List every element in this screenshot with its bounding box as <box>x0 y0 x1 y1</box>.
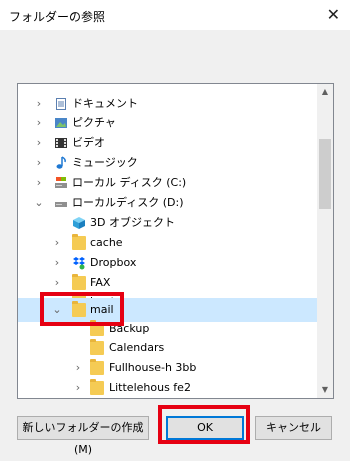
new-folder-button[interactable]: 新しいフォルダーの作成(M) <box>17 416 149 456</box>
scroll-up-icon[interactable]: ▲ <box>317 84 333 100</box>
chevron-right-icon[interactable]: › <box>34 116 44 130</box>
chevron-down-icon[interactable]: ⌄ <box>34 196 44 210</box>
chevron-right-icon[interactable]: › <box>52 276 62 290</box>
tree-item-label: Littelehous fe2 <box>109 381 191 394</box>
scroll-thumb[interactable] <box>319 139 331 209</box>
tree-item-label: cache <box>90 236 123 249</box>
tree-item-label: mail <box>90 303 114 316</box>
drive-icon <box>54 176 68 190</box>
tree-item-label: ドキュメント <box>72 97 138 110</box>
tree-item-label: ピクチャ <box>72 116 116 129</box>
cancel-button[interactable]: キャンセル <box>255 416 332 440</box>
tree-item-fullhouse[interactable]: › Fullhouse-h 3bb <box>18 357 317 379</box>
chevron-right-icon[interactable]: › <box>34 176 44 190</box>
chevron-right-icon[interactable]: › <box>52 256 62 270</box>
ok-button[interactable]: OK <box>166 416 244 440</box>
folder-icon <box>72 234 86 250</box>
tree-item-drive-c[interactable]: › ローカル ディスク (C:) <box>18 172 317 194</box>
folder-icon <box>90 379 104 395</box>
title-bar: フォルダーの参照 ✕ <box>0 0 350 30</box>
tree-item-3d-objects[interactable]: 3D オブジェクト <box>18 212 317 234</box>
tree-item-label: ローカルディスク (D:) <box>72 196 184 209</box>
tree-item-littelehous[interactable]: › Littelehous fe2 <box>18 377 317 398</box>
vertical-scrollbar[interactable]: ▲ ▼ <box>317 84 333 398</box>
folder-tree[interactable]: › ドキュメント › ピクチャ › ビデオ › ミュージック › ローカル ディ… <box>17 83 334 399</box>
chevron-right-icon[interactable]: › <box>34 156 44 170</box>
tree-item-label: FAX <box>90 276 111 289</box>
chevron-right-icon[interactable]: › <box>34 136 44 150</box>
tree-item-label: Dropbox <box>90 256 137 269</box>
tree-item-label: Backup <box>109 322 150 335</box>
3d-objects-icon <box>72 216 86 230</box>
chevron-down-icon[interactable]: ⌄ <box>52 303 62 317</box>
music-icon <box>54 156 68 170</box>
folder-icon <box>90 339 104 355</box>
tree-item-videos[interactable]: › ビデオ <box>18 132 317 154</box>
window-title: フォルダーの参照 <box>9 10 106 24</box>
tree-item-label: ミュージック <box>72 156 138 169</box>
close-icon[interactable]: ✕ <box>327 5 340 24</box>
tree-item-label: ビデオ <box>72 136 105 149</box>
tree-item-pictures[interactable]: › ピクチャ <box>18 112 317 134</box>
pictures-icon <box>54 116 68 130</box>
drive-icon <box>54 196 68 210</box>
tree-item-dropbox[interactable]: › Dropbox <box>18 252 317 274</box>
folder-icon <box>90 320 104 336</box>
chevron-right-icon[interactable]: › <box>34 97 44 111</box>
chevron-right-icon[interactable]: › <box>73 361 83 375</box>
dropbox-icon <box>72 256 86 270</box>
folder-icon <box>72 301 86 317</box>
scroll-down-icon[interactable]: ▼ <box>317 382 333 398</box>
tree-item-label: Calendars <box>109 341 165 354</box>
folder-icon <box>90 359 104 375</box>
tree-item-label: 3D オブジェクト <box>90 216 175 229</box>
tree-item-calendars[interactable]: Calendars <box>18 337 317 359</box>
tree-item-label: Fullhouse-h 3bb <box>109 361 197 374</box>
folder-icon <box>72 274 86 290</box>
tree-item-music[interactable]: › ミュージック <box>18 152 317 174</box>
chevron-right-icon[interactable]: › <box>73 381 83 395</box>
videos-icon <box>54 136 68 150</box>
tree-item-label: ローカル ディスク (C:) <box>72 176 187 189</box>
chevron-right-icon[interactable]: › <box>52 236 62 250</box>
tree-item-drive-d[interactable]: ⌄ ローカルディスク (D:) <box>18 192 317 214</box>
tree-item-cache[interactable]: › cache <box>18 232 317 254</box>
documents-icon <box>54 97 68 111</box>
